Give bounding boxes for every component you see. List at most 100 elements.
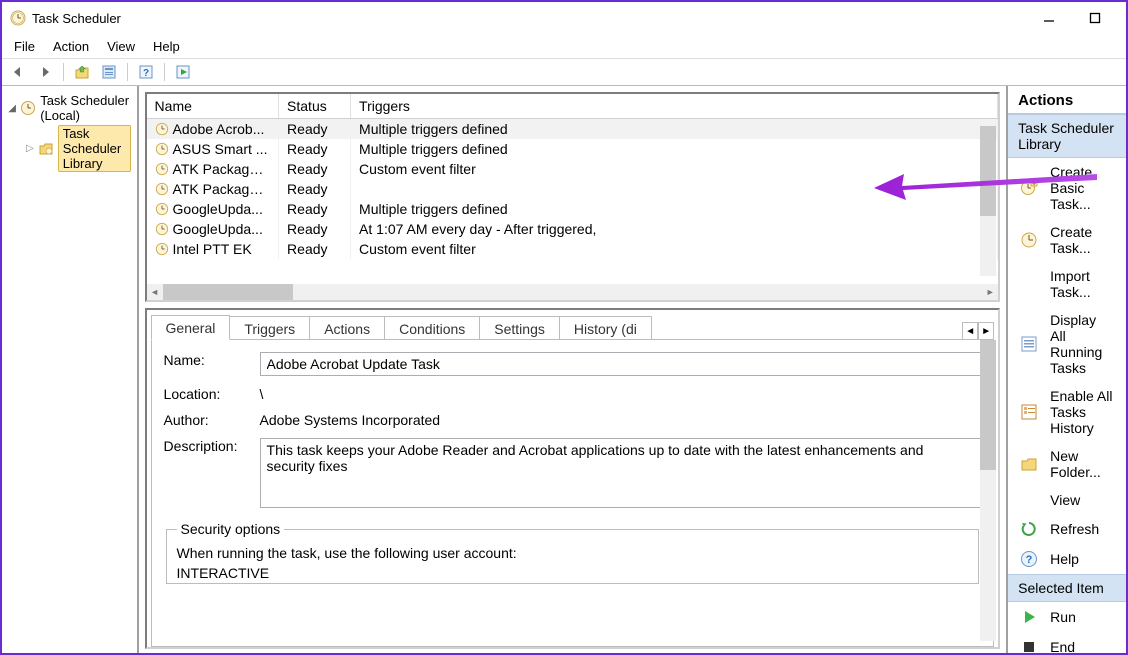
task-name-cell: GoogleUpda... xyxy=(147,199,279,219)
table-row[interactable]: GoogleUpda...ReadyAt 1:07 AM every day -… xyxy=(147,219,998,239)
location-label: Location: xyxy=(164,386,260,402)
col-header-triggers[interactable]: Triggers xyxy=(351,94,998,119)
task-status-cell: Ready xyxy=(279,139,351,159)
task-status-cell: Ready xyxy=(279,119,351,140)
tab-history[interactable]: History (di xyxy=(559,316,652,340)
folder-icon xyxy=(1020,455,1038,473)
clock-new-icon xyxy=(1020,179,1038,197)
task-name-cell: Intel PTT EK xyxy=(147,239,279,259)
clock-icon xyxy=(20,100,36,116)
action-label: Refresh xyxy=(1050,521,1099,537)
description-textarea[interactable] xyxy=(260,438,982,508)
action-end[interactable]: End xyxy=(1008,632,1126,655)
table-row[interactable]: ATK Package ...ReadyCustom event filter xyxy=(147,159,998,179)
menu-file[interactable]: File xyxy=(8,37,41,56)
task-details-panel: General Triggers Actions Conditions Sett… xyxy=(145,308,1001,649)
task-list-panel: Name Status Triggers Adobe Acrob...Ready… xyxy=(145,92,1001,302)
col-header-status[interactable]: Status xyxy=(279,94,351,119)
toolbar-help-button[interactable]: ? xyxy=(134,60,158,84)
task-list-vscrollbar[interactable] xyxy=(980,126,996,276)
table-row[interactable]: Adobe Acrob...ReadyMultiple triggers def… xyxy=(147,119,998,140)
table-row[interactable]: Intel PTT EKReadyCustom event filter xyxy=(147,239,998,259)
toolbar-run-button[interactable] xyxy=(171,60,195,84)
task-triggers-cell: Multiple triggers defined xyxy=(351,139,998,159)
action-label: Help xyxy=(1050,551,1079,567)
action-label: Create Task... xyxy=(1050,224,1114,256)
tab-general-content: Name: Location: \ Author: Adobe Systems … xyxy=(151,339,995,647)
task-triggers-cell: Custom event filter xyxy=(351,239,998,259)
action-refresh[interactable]: Refresh xyxy=(1008,514,1126,544)
actions-header: Actions xyxy=(1008,86,1126,114)
action-label: Import Task... xyxy=(1050,268,1114,300)
action-import-task[interactable]: Import Task... xyxy=(1008,262,1126,306)
action-label: Run xyxy=(1050,609,1076,625)
task-status-cell: Ready xyxy=(279,219,351,239)
scroll-left-button[interactable]: ◄ xyxy=(147,284,163,300)
menu-bar: File Action View Help xyxy=(2,34,1126,58)
action-new-folder[interactable]: New Folder... xyxy=(1008,442,1126,486)
task-status-cell: Ready xyxy=(279,239,351,259)
stop-icon xyxy=(1020,638,1038,655)
details-tabs: General Triggers Actions Conditions Sett… xyxy=(151,314,995,340)
scrollbar-thumb[interactable] xyxy=(980,126,996,216)
toolbar-props-button[interactable] xyxy=(97,60,121,84)
tab-settings[interactable]: Settings xyxy=(479,316,560,340)
tab-general[interactable]: General xyxy=(151,315,231,340)
toolbar-forward-button[interactable] xyxy=(33,60,57,84)
tab-triggers[interactable]: Triggers xyxy=(229,316,310,340)
task-status-cell: Ready xyxy=(279,179,351,199)
tree-root-label: Task Scheduler (Local) xyxy=(40,93,130,123)
col-header-name[interactable]: Name xyxy=(147,94,279,119)
action-view[interactable]: View xyxy=(1008,486,1126,514)
task-name-cell: Adobe Acrob... xyxy=(147,119,279,140)
action-create-basic-task[interactable]: Create Basic Task... xyxy=(1008,158,1126,218)
menu-action[interactable]: Action xyxy=(47,37,95,56)
tree-root-node[interactable]: ◢ Task Scheduler (Local) xyxy=(6,92,133,124)
action-run[interactable]: Run xyxy=(1008,602,1126,632)
action-enable-history[interactable]: Enable All Tasks History xyxy=(1008,382,1126,442)
security-options-legend: Security options xyxy=(177,521,285,537)
author-label: Author: xyxy=(164,412,260,428)
task-triggers-cell: At 1:07 AM every day - After triggered, xyxy=(351,219,998,239)
minimize-button[interactable] xyxy=(1026,3,1072,33)
toolbar-up-button[interactable] xyxy=(70,60,94,84)
table-row[interactable]: GoogleUpda...ReadyMultiple triggers defi… xyxy=(147,199,998,219)
menu-view[interactable]: View xyxy=(101,37,141,56)
toolbar-back-button[interactable] xyxy=(6,60,30,84)
tab-conditions[interactable]: Conditions xyxy=(384,316,480,340)
center-pane: Name Status Triggers Adobe Acrob...Ready… xyxy=(139,86,1009,655)
action-label: View xyxy=(1050,492,1080,508)
scrollbar-thumb[interactable] xyxy=(163,284,293,300)
tree-library-node[interactable]: ▷ Task Scheduler Library xyxy=(6,124,133,173)
table-row[interactable]: ATK Package ...Ready xyxy=(147,179,998,199)
task-name-input[interactable] xyxy=(260,352,982,376)
task-list[interactable]: Name Status Triggers Adobe Acrob...Ready… xyxy=(147,94,999,284)
tab-actions[interactable]: Actions xyxy=(309,316,385,340)
details-vscrollbar[interactable] xyxy=(980,340,996,641)
action-label: End xyxy=(1050,639,1075,655)
task-list-hscrollbar[interactable]: ◄ ► xyxy=(147,284,999,300)
task-scheduler-window: Task Scheduler File Action View Help ? ◢… xyxy=(0,0,1128,655)
action-label: Create Basic Task... xyxy=(1050,164,1114,212)
description-label: Description: xyxy=(164,438,260,454)
library-folder-icon xyxy=(38,141,54,157)
task-status-cell: Ready xyxy=(279,199,351,219)
app-icon xyxy=(10,10,26,26)
menu-help[interactable]: Help xyxy=(147,37,186,56)
author-value: Adobe Systems Incorporated xyxy=(260,412,982,428)
maximize-button[interactable] xyxy=(1072,3,1118,33)
tree-library-label: Task Scheduler Library xyxy=(58,125,131,172)
name-label: Name: xyxy=(164,352,260,368)
tab-scroll-left[interactable]: ◄ xyxy=(962,322,978,340)
action-display-running[interactable]: Display All Running Tasks xyxy=(1008,306,1126,382)
expand-icon[interactable]: ▷ xyxy=(26,143,34,155)
window-title: Task Scheduler xyxy=(32,11,121,26)
action-label: Enable All Tasks History xyxy=(1050,388,1114,436)
scroll-right-button[interactable]: ► xyxy=(982,284,998,300)
table-row[interactable]: ASUS Smart ...ReadyMultiple triggers def… xyxy=(147,139,998,159)
tab-scroll-right[interactable]: ► xyxy=(978,322,994,340)
scrollbar-thumb[interactable] xyxy=(980,340,996,470)
collapse-icon[interactable]: ◢ xyxy=(8,102,16,114)
action-help[interactable]: ? Help xyxy=(1008,544,1126,574)
action-create-task[interactable]: Create Task... xyxy=(1008,218,1126,262)
